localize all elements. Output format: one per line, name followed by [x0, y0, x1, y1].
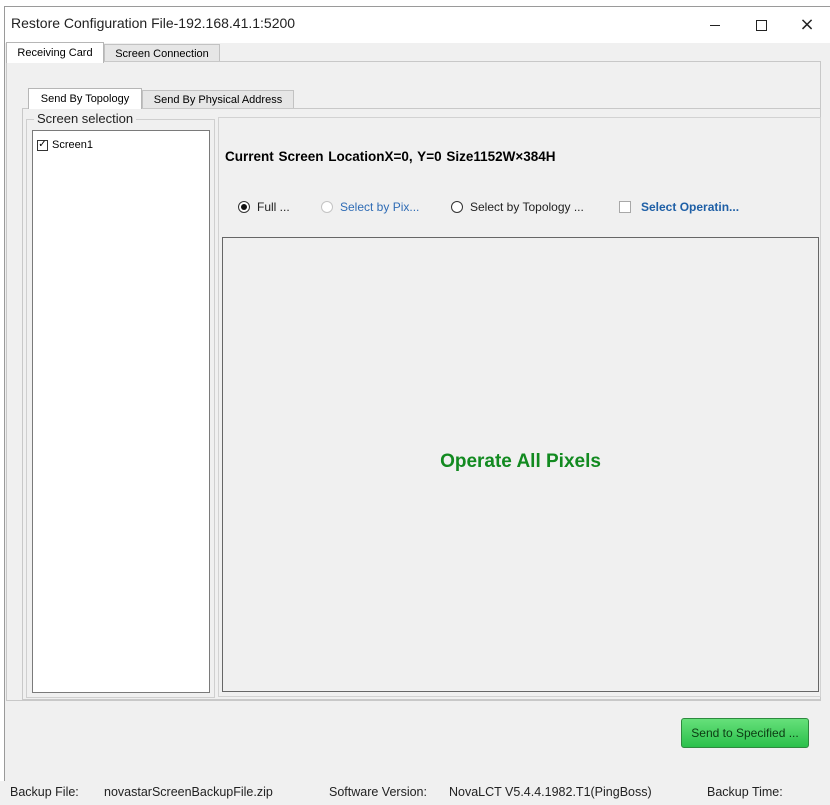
send-to-specified-button[interactable]: Send to Specified ... — [681, 718, 809, 748]
software-version-value: NovaLCT V5.4.4.1982.T1(PingBoss) — [449, 785, 652, 799]
screen-list[interactable]: ✓ Screen1 — [32, 130, 210, 693]
pixel-canvas[interactable]: Operate All Pixels — [222, 237, 819, 692]
full-option-label: Full ... — [257, 200, 290, 214]
tab-receiving-card-label: Receiving Card — [17, 47, 93, 59]
software-version-label: Software Version: — [329, 785, 427, 799]
tab-send-by-topology[interactable]: Send By Topology — [28, 88, 142, 109]
operate-all-pixels-text: Operate All Pixels — [440, 451, 601, 472]
tab-send-by-physical-address[interactable]: Send By Physical Address — [142, 90, 294, 109]
send-to-specified-label: Send to Specified ... — [691, 726, 799, 740]
select-operating-label: Select Operatin... — [641, 200, 740, 214]
select-by-topology-option[interactable]: Select by Topology ... — [451, 200, 584, 214]
screen1-checkbox[interactable]: ✓ — [37, 139, 48, 151]
select-by-topology-label: Select by Topology ... — [470, 200, 584, 214]
screen1-label: Screen1 — [52, 139, 93, 151]
select-by-pixel-option: Select by Pix... — [321, 200, 419, 214]
tab-send-by-topology-label: Send By Topology — [40, 93, 130, 105]
close-icon: × — [799, 14, 815, 35]
full-radio[interactable] — [238, 201, 250, 213]
full-option[interactable]: Full ... — [238, 200, 290, 214]
select-operating-checkbox[interactable] — [619, 201, 631, 213]
status-bar: Backup File: novastarScreenBackupFile.zi… — [0, 781, 830, 805]
screen-selection-title: Screen selection — [34, 111, 137, 126]
maximize-button[interactable] — [738, 7, 784, 43]
select-operating-option[interactable]: Select Operatin... — [619, 200, 739, 214]
window-title: Restore Configuration File-192.168.41.1:… — [11, 15, 296, 31]
tab-screen-connection-label: Screen Connection — [115, 47, 209, 60]
backup-file-label: Backup File: — [10, 785, 79, 799]
title-bar: Restore Configuration File-192.168.41.1:… — [5, 7, 830, 43]
select-by-pixel-label: Select by Pix... — [340, 200, 420, 214]
minimize-icon — [710, 24, 720, 26]
select-by-topology-radio[interactable] — [451, 201, 463, 213]
maximize-icon — [755, 19, 767, 31]
backup-time-label: Backup Time: — [707, 785, 783, 799]
close-button[interactable]: × — [784, 7, 830, 43]
screen-list-item[interactable]: ✓ Screen1 — [37, 139, 93, 151]
tab-receiving-card[interactable]: Receiving Card — [6, 42, 104, 63]
minimize-button[interactable] — [692, 7, 738, 43]
backup-file-value: novastarScreenBackupFile.zip — [104, 785, 273, 799]
tab-send-by-physical-address-label: Send By Physical Address — [153, 93, 283, 106]
current-screen-info: Current Screen LocationX=0, Y=0 Size1152… — [225, 149, 556, 164]
select-by-pixel-radio — [321, 201, 333, 213]
